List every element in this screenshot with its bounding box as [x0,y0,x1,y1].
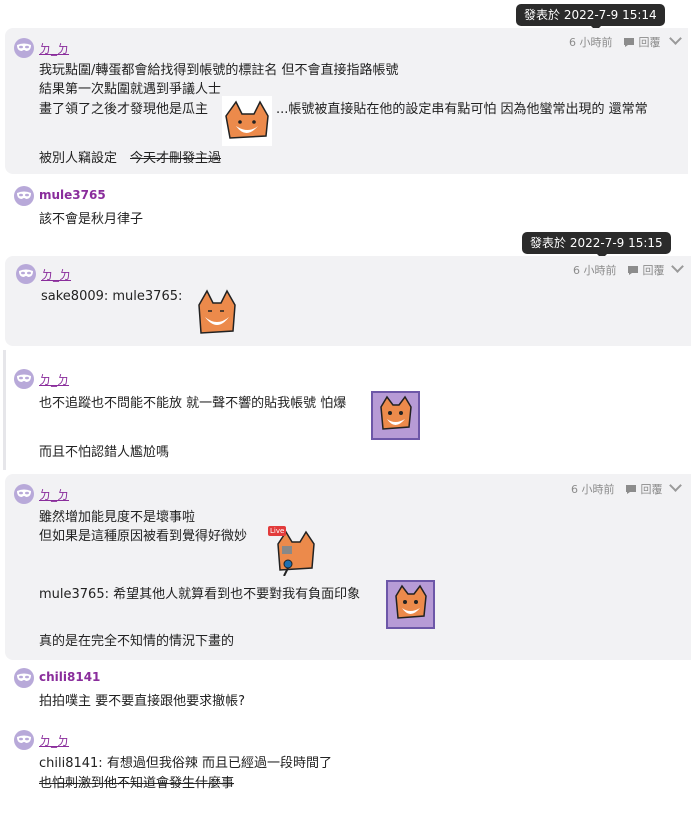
mask-icon [17,735,31,743]
timestamp-tooltip: 發表於 2022-7-9 15:15 [522,232,671,259]
username[interactable]: ㄉ_ㄉ [39,732,69,749]
post-time[interactable]: 6 小時前 [573,262,617,278]
mask-icon [17,191,31,199]
speech-bubble-icon[interactable] [625,484,637,495]
mask-icon [17,673,31,681]
mask-icon [17,43,31,51]
fox-live-sticker: Live [268,524,318,576]
comment-meta: 6 小時前 回覆 [569,34,661,50]
comment-line: 我玩點圍/轉蛋都會給找得到帳號的標註名 但不會直接指路帳號 [39,63,399,78]
thread-indent-bar [3,350,6,470]
post-time[interactable]: 6 小時前 [571,481,615,497]
comment-line: mule3765: 希望其他人就算看到也不要對我有負面印象 [39,587,361,602]
mask-icon [17,374,31,382]
username[interactable]: mule3765 [39,188,106,202]
username[interactable]: ㄉ_ㄉ [39,371,69,388]
strikethrough-text: 也怕刺激到他不知道會發生什麼事 [39,776,235,791]
tooltip-text: 發表於 2022-7-9 15:15 [530,236,663,250]
timestamp-tooltip: 發表於 2022-7-9 15:14 [516,4,665,31]
comment-line: 該不會是秋月律子 [39,212,144,227]
comment-meta: 6 小時前 回覆 [571,481,663,497]
fox-sticker [386,580,435,629]
tooltip-text: 發表於 2022-7-9 15:14 [524,8,657,22]
mask-icon [17,489,31,497]
username[interactable]: ㄉ_ㄉ [39,486,69,503]
comment-line: 雖然增加能見度不是壞事啦 [39,510,196,525]
comment-meta: 6 小時前 回覆 [573,262,665,278]
avatar[interactable] [14,369,34,389]
comment-line: 但如果是這種原因被看到覺得好微妙 [39,529,248,544]
speech-bubble-icon[interactable] [627,265,639,276]
strikethrough-text: 今天才刪發主過 [130,151,222,166]
live-badge: Live [268,526,287,536]
comment-line: ...帳號被直接貼在他的設定串有點可怕 因為他蠻常出現的 還常常 [276,102,648,117]
avatar[interactable] [16,264,36,284]
avatar[interactable] [14,484,34,504]
fox-sticker [222,96,272,146]
comment-line: 被別人竊設定 [39,151,118,166]
username[interactable]: chili8141 [39,670,100,684]
comment-line: sake8009: mule3765: [41,289,183,304]
reply-button[interactable]: 回覆 [641,481,663,497]
reply-button[interactable]: 回覆 [639,34,661,50]
fox-sticker [191,287,241,337]
comment-line: 畫了領了之後才發現他是瓜主 [39,102,209,117]
avatar[interactable] [14,38,34,58]
comment-line: 而且不怕認錯人尷尬嗎 [39,445,170,460]
mask-icon [19,269,33,277]
speech-bubble-icon[interactable] [623,37,635,48]
avatar[interactable] [14,186,34,206]
fox-sticker [371,391,420,440]
comment-line: 真的是在完全不知情的情況下畫的 [39,634,235,649]
comment-line: 也不追蹤也不問能不能放 就一聲不響的貼我帳號 怕爆 [39,396,347,411]
reply-button[interactable]: 回覆 [643,262,665,278]
comment-line: 拍拍噗主 要不要直接跟他要求撤帳? [39,694,246,709]
comment-line: chili8141: 有想過但我俗辣 而且已經過一段時間了 [39,756,332,771]
username[interactable]: ㄉ_ㄉ [39,40,69,57]
post-time[interactable]: 6 小時前 [569,34,613,50]
username[interactable]: ㄉ_ㄉ [41,266,71,283]
avatar[interactable] [14,730,34,750]
comment-line: 結果第一次點圍就遇到爭議人士 [39,82,222,97]
avatar[interactable] [14,668,34,688]
